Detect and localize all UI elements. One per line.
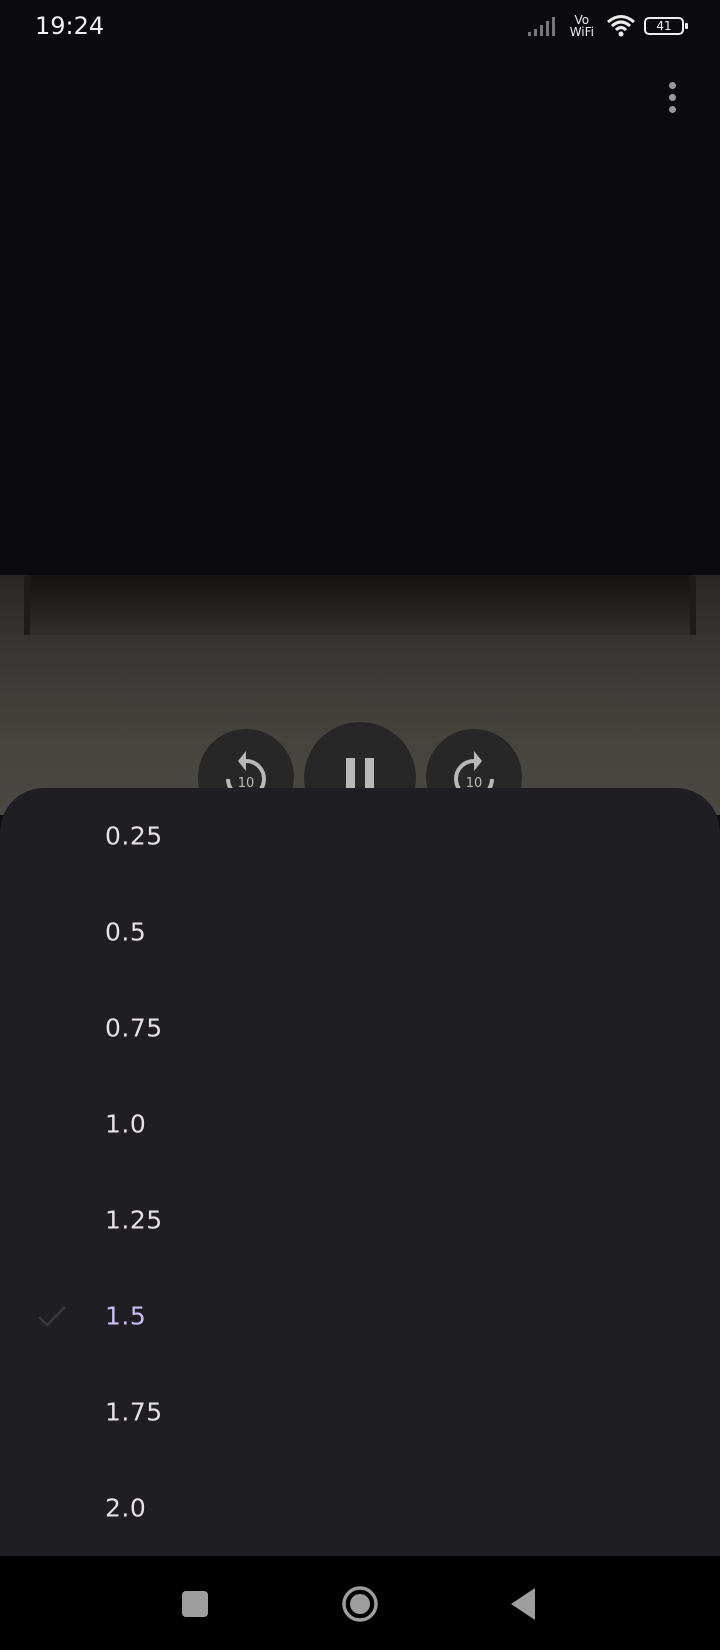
- vowifi-indicator: Vo WiFi: [570, 14, 594, 38]
- speed-option-label: 1.25: [105, 1205, 163, 1235]
- speed-option-0.5[interactable]: 0.5: [0, 884, 720, 980]
- playback-speed-sheet: 0.25 0.5 0.75 1.0 1.25 1.5 1.75 2.0: [0, 788, 720, 1556]
- speed-option-label: 0.25: [105, 821, 163, 851]
- speed-option-label: 1.5: [105, 1301, 147, 1331]
- wifi-icon: [607, 15, 635, 37]
- back-triangle-icon[interactable]: [505, 1584, 545, 1624]
- vowifi-bottom: WiFi: [569, 25, 594, 39]
- speed-option-2.0[interactable]: 2.0: [0, 1460, 720, 1556]
- more-vert-dot: [668, 93, 676, 101]
- speed-option-1.0[interactable]: 1.0: [0, 1076, 720, 1172]
- system-nav-bar: [0, 1556, 720, 1650]
- home-circle-icon[interactable]: [340, 1584, 380, 1624]
- more-vert-icon: [668, 81, 676, 89]
- speed-option-label: 1.0: [105, 1109, 147, 1139]
- status-bar: 19:24 Vo WiFi 41: [0, 0, 720, 56]
- more-options-button[interactable]: [654, 74, 690, 120]
- signal-icon: [527, 17, 555, 36]
- speed-option-1.25[interactable]: 1.25: [0, 1172, 720, 1268]
- video-content: [24, 575, 696, 635]
- speed-option-1.75[interactable]: 1.75: [0, 1364, 720, 1460]
- battery-icon: 41: [644, 17, 688, 35]
- speed-option-label: 0.75: [105, 1013, 163, 1043]
- speed-option-1.5[interactable]: 1.5: [0, 1268, 720, 1364]
- speed-option-label: 2.0: [105, 1493, 147, 1523]
- status-time: 19:24: [35, 12, 105, 40]
- check-icon: [38, 1306, 66, 1327]
- speed-option-label: 0.5: [105, 917, 147, 947]
- recents-square-icon[interactable]: [175, 1584, 215, 1624]
- status-icons: Vo WiFi 41: [527, 14, 688, 38]
- speed-option-0.75[interactable]: 0.75: [0, 980, 720, 1076]
- speed-option-label: 1.75: [105, 1397, 163, 1427]
- more-vert-dot: [668, 105, 676, 113]
- speed-option-0.25[interactable]: 0.25: [0, 788, 720, 884]
